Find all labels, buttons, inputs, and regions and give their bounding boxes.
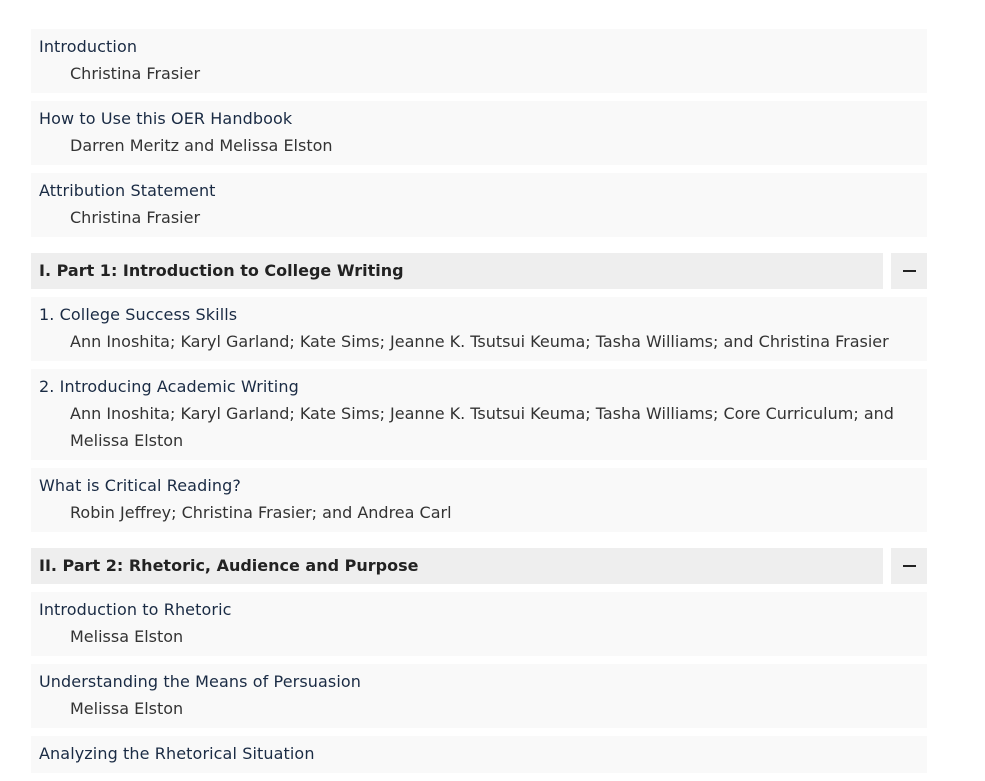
chapter-authors: Robin Jeffrey; Christina Frasier; and An… — [70, 503, 452, 522]
table-of-contents: Introduction Christina Frasier How to Us… — [31, 29, 927, 781]
part-header: I. Part 1: Introduction to College Writi… — [31, 253, 927, 289]
part-title-link[interactable]: I. Part 1: Introduction to College Writi… — [31, 253, 883, 289]
toc-entry: How to Use this OER Handbook Darren Meri… — [31, 101, 927, 165]
chapter-authors: Darren Meritz and Melissa Elston — [70, 136, 333, 155]
minus-icon — [902, 270, 916, 272]
chapter-link[interactable]: Analyzing the Rhetorical Situation — [39, 744, 919, 763]
chapter-link[interactable]: Understanding the Means of Persuasion — [39, 672, 919, 691]
chapter-link[interactable]: Introduction to Rhetoric — [39, 600, 919, 619]
chapter-link[interactable]: How to Use this OER Handbook — [39, 109, 919, 128]
toc-entry: 2. Introducing Academic Writing Ann Inos… — [31, 369, 927, 460]
chapter-link[interactable]: What is Critical Reading? — [39, 476, 919, 495]
toc-entry: 1. College Success Skills Ann Inoshita; … — [31, 297, 927, 361]
toc-entry: Introduction to Rhetoric Melissa Elston — [31, 592, 927, 656]
chapter-link[interactable]: 2. Introducing Academic Writing — [39, 377, 919, 396]
minus-icon — [902, 565, 916, 567]
chapter-link[interactable]: Introduction — [39, 37, 919, 56]
chapter-authors: Melissa Elston — [70, 627, 184, 646]
chapter-authors: Ann Inoshita; Karyl Garland; Kate Sims; … — [70, 332, 889, 351]
part-header: II. Part 2: Rhetoric, Audience and Purpo… — [31, 548, 927, 584]
part-title-link[interactable]: II. Part 2: Rhetoric, Audience and Purpo… — [31, 548, 883, 584]
chapter-authors: Ann Inoshita; Karyl Garland; Kate Sims; … — [70, 404, 894, 450]
collapse-toggle-button[interactable] — [891, 548, 927, 584]
toc-entry: What is Critical Reading? Robin Jeffrey;… — [31, 468, 927, 532]
chapter-authors: Christina Frasier — [70, 64, 201, 83]
chapter-link[interactable]: 1. College Success Skills — [39, 305, 919, 324]
toc-entry: Attribution Statement Christina Frasier — [31, 173, 927, 237]
toc-entry: Introduction Christina Frasier — [31, 29, 927, 93]
chapter-link[interactable]: Attribution Statement — [39, 181, 919, 200]
chapter-authors: Melissa Elston — [70, 699, 184, 718]
toc-entry: Analyzing the Rhetorical Situation — [31, 736, 927, 773]
collapse-toggle-button[interactable] — [891, 253, 927, 289]
toc-entry: Understanding the Means of Persuasion Me… — [31, 664, 927, 728]
chapter-authors: Christina Frasier — [70, 208, 201, 227]
